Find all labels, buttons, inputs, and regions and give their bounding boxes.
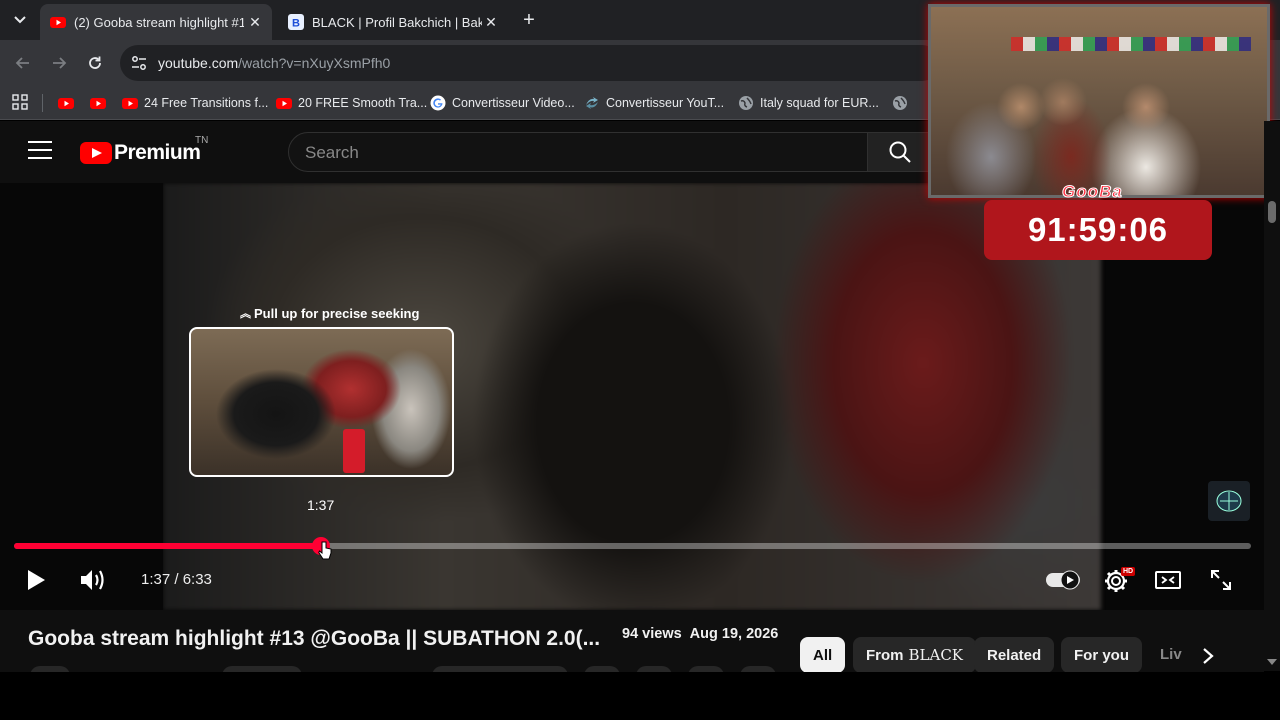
search-input[interactable]: [305, 141, 845, 165]
tab-title: (2) Gooba stream highlight #13: [74, 14, 244, 30]
video-meta: 94 views Aug 19, 2026: [622, 626, 778, 642]
youtube-premium-logo[interactable]: Premium TN: [80, 135, 208, 165]
seek-preview-thumbnail: [189, 327, 454, 477]
bookmark-item[interactable]: Convertisseur Video...: [430, 92, 575, 114]
scroll-down-arrow-icon[interactable]: [1267, 659, 1277, 665]
converter-icon: [586, 97, 598, 109]
bakchich-icon: B: [288, 14, 304, 30]
bookmark-item[interactable]: Italy squad for EUR...: [738, 92, 879, 114]
youtube-icon: [58, 98, 74, 109]
time-display: 1:37 / 6:33: [141, 571, 212, 588]
play-icon: [28, 570, 45, 590]
seek-preview-time: 1:37: [307, 497, 335, 513]
menu-icon[interactable]: [28, 141, 52, 161]
fullscreen-button[interactable]: [1208, 568, 1234, 592]
browser-tab-active[interactable]: (2) Gooba stream highlight #13 ✕: [40, 4, 272, 40]
search-box[interactable]: [288, 132, 868, 172]
chevron-right-icon[interactable]: [1196, 644, 1220, 668]
globe-icon: [893, 96, 907, 110]
google-icon: [430, 95, 446, 111]
bookmark-label: Convertisseur YouT...: [606, 96, 725, 110]
chip-live-partial[interactable]: Liv: [1148, 637, 1188, 672]
volume-icon: [81, 570, 104, 590]
reload-icon[interactable]: [84, 52, 106, 74]
chip-for-you[interactable]: For you: [1061, 637, 1142, 672]
bookmark-item[interactable]: 20 FREE Smooth Tra...: [276, 92, 427, 114]
globe-icon: [739, 96, 753, 110]
url-path: /watch?v=nXuyXsmPfh0: [238, 55, 391, 71]
tab-search-chevron-icon[interactable]: [8, 9, 32, 31]
logo-text: Premium: [114, 141, 201, 164]
autoplay-toggle[interactable]: [1044, 568, 1082, 592]
browser-tab-inactive[interactable]: B BLACK | Profil Bakchich | Bakchich ✕: [278, 4, 508, 40]
youtube-icon: [122, 98, 138, 109]
seek-hint: ︽ Pull up for precise seeking: [240, 305, 419, 321]
mouse-cursor-icon: [318, 541, 332, 560]
double-chevron-up-icon: ︽: [240, 308, 251, 320]
page-scrollbar[interactable]: [1264, 121, 1280, 671]
apps-grid-icon[interactable]: [12, 94, 28, 110]
url-text: youtube.com/watch?v=nXuyXsmPfh0: [158, 55, 390, 71]
bookmark-item[interactable]: [58, 92, 80, 114]
bookmark-item[interactable]: [892, 92, 914, 114]
bookmarks-divider: [42, 94, 43, 112]
bookmark-item[interactable]: 24 Free Transitions f...: [122, 92, 268, 114]
theater-mode-icon: [1155, 571, 1181, 589]
bookmark-label: Convertisseur Video...: [452, 96, 575, 110]
chip-all[interactable]: All: [800, 637, 846, 672]
channel-watermark-icon[interactable]: [1208, 481, 1250, 521]
youtube-icon: [276, 98, 292, 109]
progress-bar[interactable]: [14, 537, 1251, 555]
search-icon: [889, 141, 911, 163]
upload-date: Aug 19, 2026: [689, 626, 779, 642]
progress-played: [14, 543, 321, 549]
tab-title: BLACK | Profil Bakchich | Bakchich: [312, 14, 482, 30]
bookmark-label: 20 FREE Smooth Tra...: [298, 96, 428, 110]
youtube-play-logo-icon: [80, 142, 112, 164]
fullscreen-icon: [1211, 570, 1231, 590]
youtube-icon: [50, 17, 66, 28]
play-button[interactable]: [22, 566, 50, 594]
video-title: Gooba stream highlight #13 @GooBa || SUB…: [28, 627, 601, 650]
chip-channel-name: BLACK: [908, 646, 964, 664]
forward-arrow-icon[interactable]: [48, 52, 70, 74]
theater-mode-button[interactable]: [1154, 568, 1182, 592]
bookmark-item[interactable]: [90, 92, 112, 114]
video-info-section: Gooba stream highlight #13 @GooBa || SUB…: [0, 610, 1264, 672]
subathon-timer: 91:59:06: [984, 200, 1212, 260]
chip-related[interactable]: Related: [974, 637, 1055, 672]
youtube-icon: [90, 98, 106, 109]
address-bar[interactable]: youtube.com/watch?v=nXuyXsmPfh0: [120, 45, 940, 81]
search-button[interactable]: [868, 132, 932, 172]
site-settings-icon[interactable]: [130, 54, 148, 72]
bottom-letterbox: [0, 672, 1280, 720]
new-tab-button[interactable]: +: [518, 9, 540, 31]
url-host: youtube.com: [158, 55, 239, 71]
flags-decoration: [1011, 37, 1251, 51]
autoplay-toggle-icon: [1046, 570, 1080, 590]
country-code: TN: [195, 135, 209, 146]
hd-badge: HD: [1121, 567, 1136, 576]
back-arrow-icon[interactable]: [12, 52, 34, 74]
chip-from-channel[interactable]: From BLACK: [853, 637, 976, 672]
bookmark-label: Italy squad for EUR...: [760, 96, 879, 110]
bookmark-item[interactable]: Convertisseur YouT...: [584, 92, 724, 114]
bookmark-label: 24 Free Transitions f...: [144, 96, 269, 110]
chip-from-label: From: [866, 646, 904, 664]
svg-text:B: B: [292, 18, 300, 30]
seek-hint-text: Pull up for precise seeking: [254, 305, 420, 321]
close-tab-icon[interactable]: ✕: [482, 13, 500, 31]
preview-can: [343, 429, 365, 473]
volume-button[interactable]: [78, 566, 108, 594]
scrollbar-thumb[interactable]: [1268, 201, 1276, 223]
settings-button[interactable]: HD: [1101, 566, 1136, 594]
streamer-name-overlay: GooBa: [1062, 182, 1123, 202]
view-count: 94 views: [622, 626, 682, 642]
close-tab-icon[interactable]: ✕: [246, 13, 264, 31]
streamer-facecam: [928, 4, 1270, 198]
